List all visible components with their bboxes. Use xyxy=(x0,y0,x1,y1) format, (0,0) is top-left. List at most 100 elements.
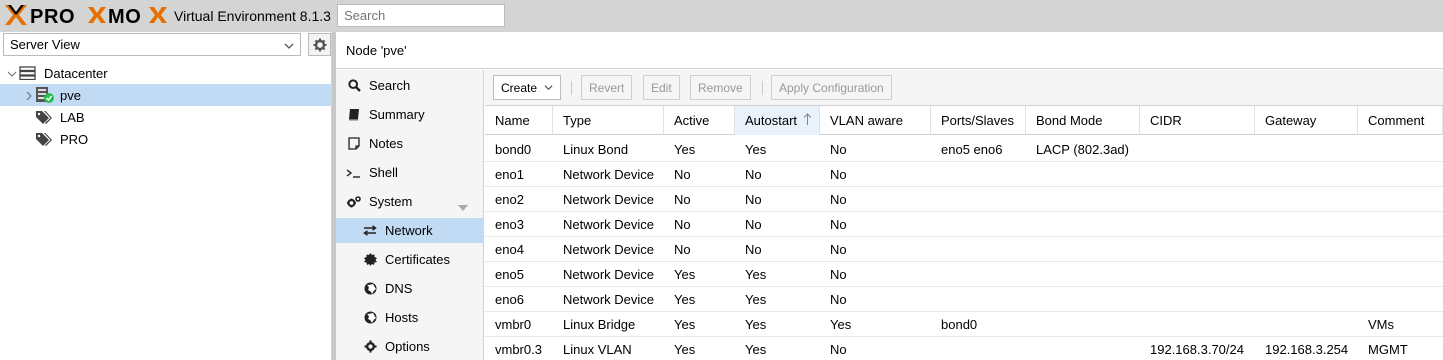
tree-item-label: LAB xyxy=(60,110,85,125)
table-cell: Linux Bond xyxy=(563,142,629,157)
table-row[interactable]: eno2 Network Device No No No xyxy=(485,187,1443,212)
cogs-icon xyxy=(346,195,362,209)
tags-icon xyxy=(35,110,53,128)
table-cell: eno2 xyxy=(495,192,524,207)
table-cell: bond0 xyxy=(495,142,532,157)
column-header-type[interactable]: Type xyxy=(553,106,664,135)
proxmox-logo[interactable]: PRO MO xyxy=(4,3,172,27)
table-cell: Network Device xyxy=(563,217,655,232)
tree-item-label: PRO xyxy=(60,132,89,147)
tree-item-pve[interactable]: pve xyxy=(0,84,332,106)
tree-item-lab[interactable]: LAB xyxy=(0,106,332,128)
globe-icon xyxy=(362,282,378,295)
table-cell: Yes xyxy=(674,292,696,307)
view-settings-button[interactable] xyxy=(308,33,331,56)
column-header-gateway[interactable]: Gateway xyxy=(1255,106,1358,135)
top-bar: PRO MO Virtual Environment 8.1.3 xyxy=(0,0,1443,32)
column-header-name[interactable]: Name xyxy=(485,106,553,135)
table-cell: No xyxy=(745,242,762,257)
network-toolbar: Create Revert Edit Remove Apply Configur… xyxy=(485,70,1443,106)
svg-text:PRO: PRO xyxy=(30,6,75,27)
menu-item-search[interactable]: Search xyxy=(336,73,484,98)
table-row[interactable]: bond0 Linux Bond Yes Yes No eno5 eno6 LACP (80… xyxy=(485,137,1443,162)
table-cell: No xyxy=(830,342,847,357)
table-cell: vmbr0.3 xyxy=(495,342,542,357)
book-icon xyxy=(346,108,362,121)
table-cell: Yes xyxy=(745,342,767,357)
page-title: Node 'pve' xyxy=(346,43,407,58)
table-cell: 192.168.3.254 xyxy=(1265,342,1349,357)
create-button[interactable]: Create xyxy=(493,75,562,100)
table-row[interactable]: eno1 Network Device No No No xyxy=(485,162,1443,187)
table-row[interactable]: eno5 Network Device Yes Yes No xyxy=(485,262,1443,287)
gear-icon xyxy=(313,38,326,51)
menu-item-notes[interactable]: Notes xyxy=(336,131,484,156)
column-header-autostart[interactable]: Autostart xyxy=(735,106,820,135)
product-version: Virtual Environment 8.1.3 xyxy=(174,8,331,24)
menu-item-dns[interactable]: DNS xyxy=(336,276,484,301)
column-header-active[interactable]: Active xyxy=(664,106,735,135)
tree-item-datacenter[interactable]: Datacenter xyxy=(0,62,332,84)
edit-button[interactable]: Edit xyxy=(643,75,680,100)
table-cell: No xyxy=(674,192,691,207)
menu-item-summary[interactable]: Summary xyxy=(336,102,484,127)
table-cell: VMs xyxy=(1368,317,1394,332)
certificate-icon xyxy=(362,253,378,266)
table-cell: No xyxy=(674,217,691,232)
table-row[interactable]: eno3 Network Device No No No xyxy=(485,212,1443,237)
menu-item-system[interactable]: System xyxy=(336,189,484,214)
column-header-bond-mode[interactable]: Bond Mode xyxy=(1026,106,1140,135)
revert-button[interactable]: Revert xyxy=(581,75,633,100)
menu-item-options[interactable]: Options xyxy=(336,334,484,359)
server-rack-icon xyxy=(19,66,36,83)
table-cell: Yes xyxy=(745,292,767,307)
table-row[interactable]: eno6 Network Device Yes Yes No xyxy=(485,287,1443,312)
menu-item-certificates[interactable]: Certificates xyxy=(336,247,484,272)
table-cell: No xyxy=(745,217,762,232)
menu-item-shell[interactable]: Shell xyxy=(336,160,484,185)
table-cell: Yes xyxy=(830,317,852,332)
tags-icon xyxy=(35,132,53,150)
table-cell: Network Device xyxy=(563,167,655,182)
table-cell: Network Device xyxy=(563,192,655,207)
view-select[interactable]: Server View xyxy=(3,33,301,56)
table-cell: Yes xyxy=(674,267,696,282)
table-cell: No xyxy=(830,267,847,282)
sort-ascending-icon xyxy=(803,112,812,129)
table-cell: No xyxy=(745,192,762,207)
table-cell: eno5 eno6 xyxy=(941,142,1003,157)
table-cell: Yes xyxy=(674,142,696,157)
table-row[interactable]: vmbr0 Linux Bridge Yes Yes Yes bond0 VMs xyxy=(485,312,1443,337)
table-cell: MGMT xyxy=(1368,342,1408,357)
table-cell: Yes xyxy=(674,317,696,332)
table-cell: eno3 xyxy=(495,217,524,232)
table-cell: 192.168.3.70/24 xyxy=(1150,342,1244,357)
column-header-cidr[interactable]: CIDR xyxy=(1140,106,1255,135)
view-select-value: Server View xyxy=(10,37,80,52)
chevron-down-icon xyxy=(284,39,294,54)
table-row[interactable]: vmbr0.3 Linux VLAN Yes Yes No 192.168.3.70/24… xyxy=(485,337,1443,360)
global-search-input[interactable] xyxy=(337,4,505,27)
table-cell: No xyxy=(674,242,691,257)
table-cell: bond0 xyxy=(941,317,978,332)
table-cell: No xyxy=(830,217,847,232)
menu-item-network[interactable]: Network xyxy=(336,218,484,243)
table-row[interactable]: eno4 Network Device No No No xyxy=(485,237,1443,262)
tree-item-pro[interactable]: PRO xyxy=(0,128,332,150)
remove-button[interactable]: Remove xyxy=(690,75,751,100)
column-header-vlan-aware[interactable]: VLAN aware xyxy=(820,106,931,135)
chevron-right-icon[interactable] xyxy=(24,89,34,104)
exchange-icon xyxy=(362,225,378,236)
tree-item-label: pve xyxy=(60,88,81,103)
table-cell: LACP (802.3ad) xyxy=(1036,142,1129,157)
table-cell: eno6 xyxy=(495,292,524,307)
apply-configuration-button[interactable]: Apply Configuration xyxy=(771,75,892,100)
node-online-icon xyxy=(35,86,55,107)
table-cell: No xyxy=(830,242,847,257)
table-cell: Yes xyxy=(745,317,767,332)
collapse-caret-icon[interactable] xyxy=(458,199,468,214)
chevron-down-icon[interactable] xyxy=(7,67,17,82)
column-header-comment[interactable]: Comment xyxy=(1358,106,1443,135)
column-header-ports-slaves[interactable]: Ports/Slaves xyxy=(931,106,1026,135)
menu-item-hosts[interactable]: Hosts xyxy=(336,305,484,330)
